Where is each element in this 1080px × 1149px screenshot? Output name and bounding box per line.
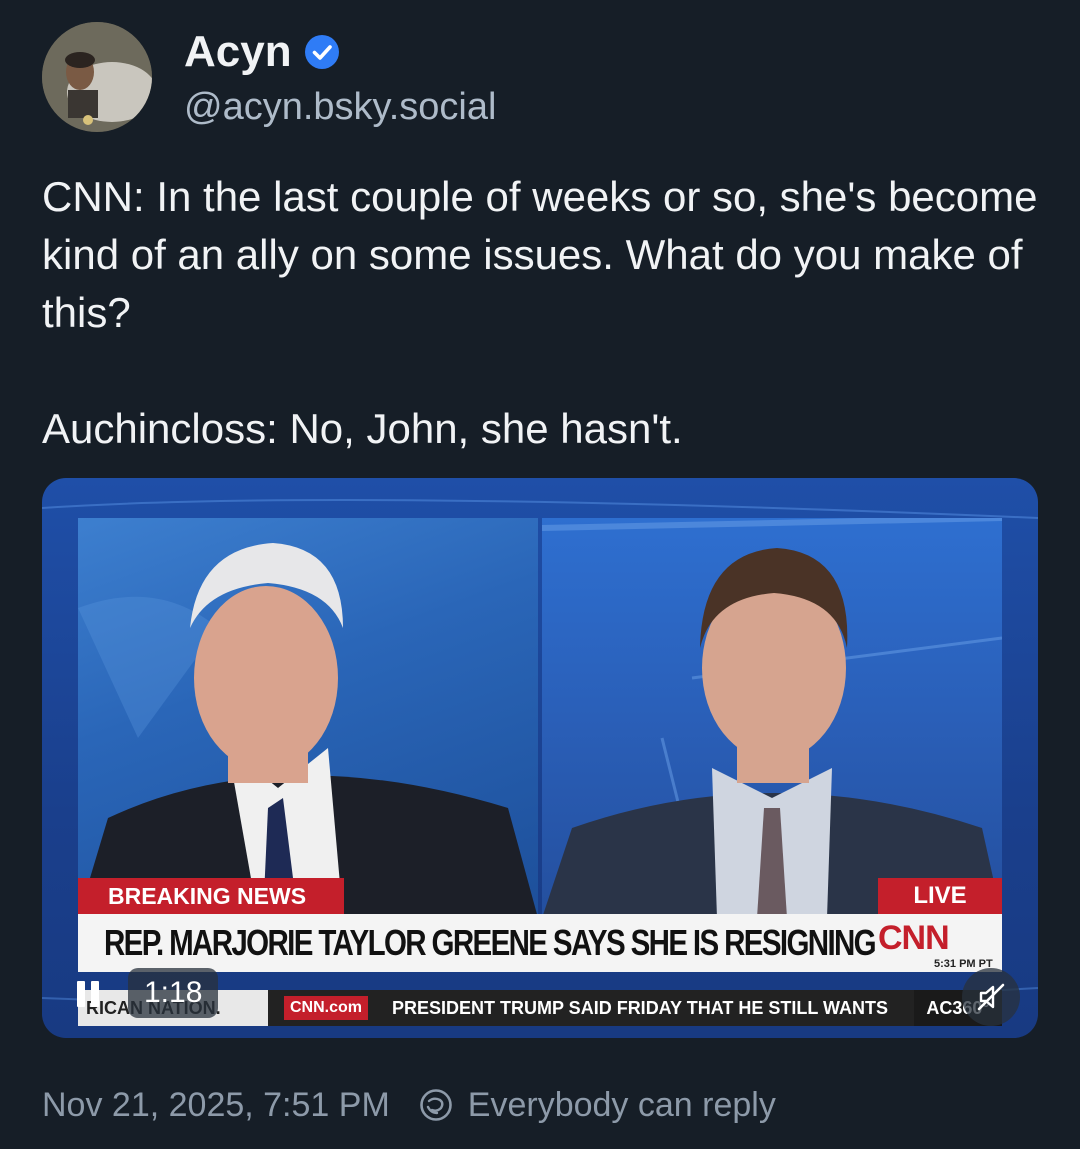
post: Acyn @acyn.bsky.social CNN: In the last … <box>0 0 1080 1149</box>
video-frame-anchor <box>78 518 538 918</box>
mute-toggle-button[interactable] <box>962 968 1020 1026</box>
ticker-text: PRESIDENT TRUMP SAID FRIDAY THAT HE STIL… <box>392 998 889 1018</box>
breaking-news-label: BREAKING NEWS <box>78 878 344 914</box>
muted-speaker-icon <box>977 983 1005 1011</box>
news-headline: REP. MARJORIE TAYLOR GREENE SAYS SHE IS … <box>104 922 877 963</box>
pause-icon <box>77 981 99 1007</box>
author-display-name[interactable]: Acyn <box>184 26 340 78</box>
video-elapsed-time: 1:18 <box>128 968 219 1018</box>
live-label: LIVE <box>878 878 1002 914</box>
cnn-logo: CNN <box>878 919 950 957</box>
video-player[interactable]: BREAKING NEWS LIVE REP. MARJORIE TAYLOR … <box>42 478 1038 1038</box>
ticker-site: CNN.com <box>284 996 368 1020</box>
video-frame-guest <box>542 518 1002 918</box>
lower-third-banner: REP. MARJORIE TAYLOR GREENE SAYS SHE IS … <box>78 914 1002 972</box>
author-avatar[interactable] <box>42 22 152 132</box>
post-timestamp[interactable]: Nov 21, 2025, 7:51 PM <box>42 1082 390 1128</box>
verified-badge-icon <box>304 35 339 69</box>
reply-settings-icon <box>419 1089 452 1121</box>
post-text: CNN: In the last couple of weeks or so, … <box>42 173 1038 452</box>
post-footer: Nov 21, 2025, 7:51 PM Everybody can repl… <box>42 1082 776 1128</box>
pause-button[interactable] <box>60 966 116 1022</box>
author-handle[interactable]: @acyn.bsky.social <box>184 84 496 130</box>
author-name-text[interactable]: Acyn <box>184 26 292 78</box>
reply-settings-label[interactable]: Everybody can reply <box>468 1082 776 1128</box>
